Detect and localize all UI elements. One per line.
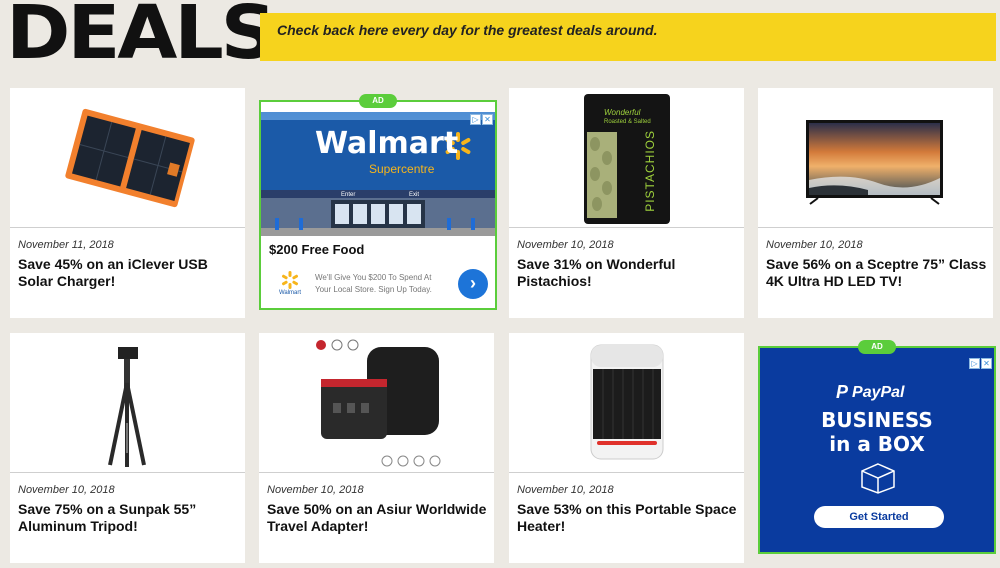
ad-info-icon[interactable]: ▷ [969, 358, 980, 369]
deal-date: November 10, 2018 [517, 239, 614, 251]
walmart-logo-label: Walmart [278, 290, 302, 296]
ad-close-icon[interactable]: ✕ [482, 114, 493, 125]
deal-card-travel-adapter[interactable]: November 10, 2018 Save 50% on an Asiur W… [259, 333, 494, 563]
deal-title[interactable]: Save 53% on this Portable Space Heater! [517, 501, 739, 535]
deal-card-pistachios[interactable]: Wonderful Roasted & Salted PISTACHIOS No… [509, 88, 744, 318]
deal-title[interactable]: Save 75% on a Sunpak 55” Aluminum Tripod… [18, 501, 240, 535]
chevron-right-icon: › [470, 273, 476, 293]
walmart-arrow-button[interactable]: › [458, 269, 488, 299]
walmart-body: We'll Give You $200 To Spend At Your Loc… [315, 273, 432, 294]
deals-title: DEALS [6, 0, 277, 76]
walmart-ad[interactable]: AD Walmart Supercentre Enter Exit ▷ ✕ $2… [259, 94, 497, 310]
product-image-travel-adapter[interactable] [259, 333, 494, 473]
pistachio-name: PISTACHIOS [643, 130, 657, 212]
ad-close-icon[interactable]: ✕ [981, 358, 992, 369]
deal-title[interactable]: Save 50% on an Asiur Worldwide Travel Ad… [267, 501, 489, 535]
deal-card-space-heater[interactable]: November 10, 2018 Save 53% on this Porta… [509, 333, 744, 563]
deal-card-tripod[interactable]: November 10, 2018 Save 75% on a Sunpak 5… [10, 333, 245, 563]
deal-date: November 11, 2018 [18, 239, 114, 251]
pistachio-sub: Roasted & Salted [604, 119, 651, 125]
deal-card-solar-charger[interactable]: November 11, 2018 Save 45% on an iClever… [10, 88, 245, 318]
deal-title[interactable]: Save 56% on a Sceptre 75” Class 4K Ultra… [766, 256, 988, 290]
paypal-brand: PayPal [852, 383, 905, 401]
ad-badge: AD [858, 340, 896, 354]
deal-card-tv[interactable]: November 10, 2018 Save 56% on a Sceptre … [758, 88, 993, 318]
tagline-text: Check back here every day for the greate… [277, 22, 658, 38]
ad-badge: AD [359, 94, 397, 108]
product-image-tv[interactable] [758, 88, 993, 228]
paypal-line1: BUSINESS [821, 408, 933, 432]
walmart-store-image: Walmart Supercentre Enter Exit [261, 112, 495, 236]
product-image-solar-charger[interactable] [10, 88, 245, 228]
store-sign-exit: Exit [409, 192, 420, 198]
tagline-banner: Check back here every day for the greate… [260, 13, 996, 61]
paypal-logo: P PayPal [836, 382, 905, 403]
ad-info-icon[interactable]: ▷ [470, 114, 481, 125]
paypal-ad[interactable]: AD ▷ ✕ P PayPal BUSINESS in a BOX Get St… [758, 340, 996, 554]
paypal-p-icon: P [836, 382, 849, 402]
pistachio-brand: Wonderful [604, 108, 641, 117]
ad-controls[interactable]: ▷ ✕ [969, 358, 992, 369]
product-image-space-heater[interactable] [509, 333, 744, 473]
get-started-button[interactable]: Get Started [814, 506, 944, 528]
box-icon [860, 460, 896, 494]
product-image-pistachios[interactable]: Wonderful Roasted & Salted PISTACHIOS [509, 88, 744, 228]
product-image-tripod[interactable] [10, 333, 245, 473]
walmart-headline[interactable]: $200 Free Food [269, 242, 364, 257]
ad-controls[interactable]: ▷ ✕ [470, 114, 493, 125]
walmart-logo: Walmart [275, 270, 305, 300]
paypal-line2: in a BOX [829, 432, 925, 456]
walmart-sub: Supercentre [369, 162, 435, 176]
deal-title[interactable]: Save 31% on Wonderful Pistachios! [517, 256, 739, 290]
walmart-brand: Walmart [315, 126, 459, 161]
deal-date: November 10, 2018 [766, 239, 863, 251]
deal-date: November 10, 2018 [267, 484, 364, 496]
deal-date: November 10, 2018 [517, 484, 614, 496]
deal-title[interactable]: Save 45% on an iClever USB Solar Charger… [18, 256, 240, 290]
deal-date: November 10, 2018 [18, 484, 115, 496]
store-sign-enter: Enter [341, 192, 356, 198]
